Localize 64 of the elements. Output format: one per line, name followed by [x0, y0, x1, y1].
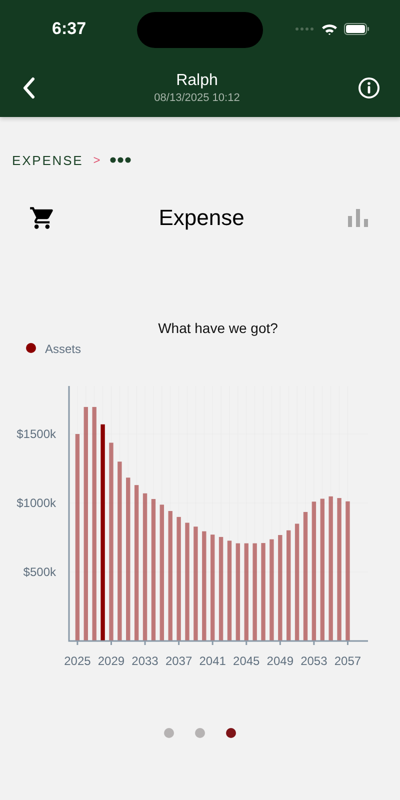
contact-name: Ralph — [175, 72, 219, 90]
bar[interactable] — [328, 496, 333, 641]
x-axis-label: 2057 — [334, 654, 362, 668]
battery-icon — [344, 23, 370, 35]
bar[interactable] — [227, 540, 232, 641]
y-axis-label: $1000k — [16, 496, 56, 510]
page-dot[interactable] — [164, 728, 174, 738]
signal-icon — [295, 26, 315, 32]
bar[interactable] — [84, 406, 88, 641]
bar[interactable] — [176, 516, 181, 641]
y-axis-label: $500k — [23, 565, 56, 579]
legend-label: Assets — [45, 342, 82, 356]
bar[interactable] — [194, 526, 198, 641]
breadcrumb-separator: > — [93, 153, 100, 167]
x-axis-label: 2033 — [132, 654, 158, 668]
bar[interactable] — [134, 485, 139, 641]
page-dot[interactable] — [226, 728, 236, 738]
bar[interactable] — [261, 543, 266, 641]
bar[interactable] — [320, 498, 324, 641]
wifi-icon — [321, 23, 338, 35]
more-icon[interactable] — [110, 157, 132, 163]
bar[interactable] — [109, 442, 114, 641]
breadcrumb-link[interactable]: EXPENSE — [12, 152, 84, 168]
page-dot[interactable] — [195, 728, 205, 738]
bar[interactable] — [75, 434, 80, 641]
status-time: 6:37 — [52, 19, 88, 39]
selected-bar[interactable] — [100, 424, 105, 641]
bar[interactable] — [286, 530, 291, 641]
x-axis-label: 2029 — [98, 654, 125, 668]
page-title: Expense — [158, 205, 246, 231]
bar[interactable] — [185, 522, 190, 641]
bar[interactable] — [126, 478, 130, 641]
bar[interactable] — [236, 543, 240, 641]
bar[interactable] — [142, 493, 148, 641]
cart-icon — [29, 205, 55, 231]
bar[interactable] — [244, 543, 248, 641]
bar[interactable] — [312, 502, 316, 641]
bar[interactable] — [118, 462, 122, 641]
bar[interactable] — [210, 534, 215, 641]
y-axis-label: $1500k — [16, 427, 56, 442]
bar-chart-icon[interactable] — [348, 209, 368, 227]
bar[interactable] — [202, 531, 206, 641]
timestamp: 08/13/2025 10:12 — [153, 92, 241, 104]
bar[interactable] — [270, 539, 274, 641]
bar[interactable] — [218, 536, 224, 641]
bar[interactable] — [168, 511, 172, 641]
x-axis-label: 2049 — [266, 654, 294, 668]
x-axis-label: 2041 — [199, 654, 226, 668]
x-axis-label: 2037 — [165, 654, 192, 668]
x-axis-label: 2053 — [300, 654, 328, 668]
bar[interactable] — [337, 498, 342, 641]
x-axis-label: 2045 — [233, 654, 260, 668]
bar[interactable] — [252, 543, 257, 641]
x-axis-label: 2025 — [64, 654, 91, 668]
bar[interactable] — [92, 406, 96, 641]
bar[interactable] — [151, 499, 156, 641]
bar[interactable] — [303, 512, 308, 641]
bar[interactable] — [346, 501, 350, 641]
chart-title: What have we got? — [158, 320, 278, 336]
bar[interactable] — [294, 524, 300, 641]
back-icon[interactable] — [22, 77, 36, 99]
bar[interactable] — [278, 535, 282, 641]
bar[interactable] — [160, 504, 164, 641]
info-icon[interactable] — [358, 77, 380, 99]
